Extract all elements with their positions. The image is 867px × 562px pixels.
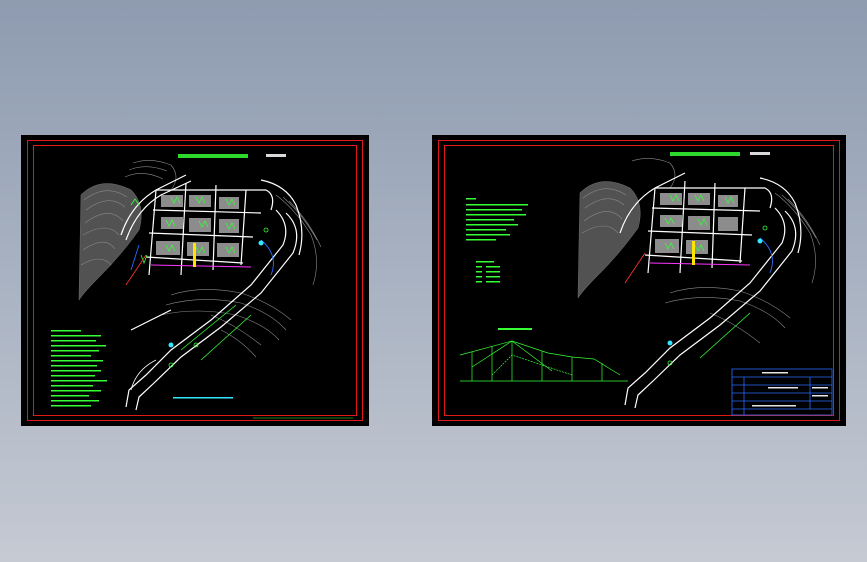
drawing-sheet-right[interactable] [432,135,846,426]
road-network [120,174,303,411]
vegetation-symbols [130,196,269,368]
legend [476,261,500,283]
title-block [731,368,833,416]
utility-lines [624,237,773,346]
plan-title-right [670,152,770,156]
scale-note-left [173,397,233,399]
site-plan-right [459,152,833,416]
notes-block-left [51,330,107,407]
section-profile [459,328,628,382]
plan-title-left [178,154,286,158]
notes-block-right [466,198,528,241]
site-plan-left [51,154,353,419]
utility-lines [125,239,274,348]
drawing-sheet-left[interactable] [21,135,369,426]
